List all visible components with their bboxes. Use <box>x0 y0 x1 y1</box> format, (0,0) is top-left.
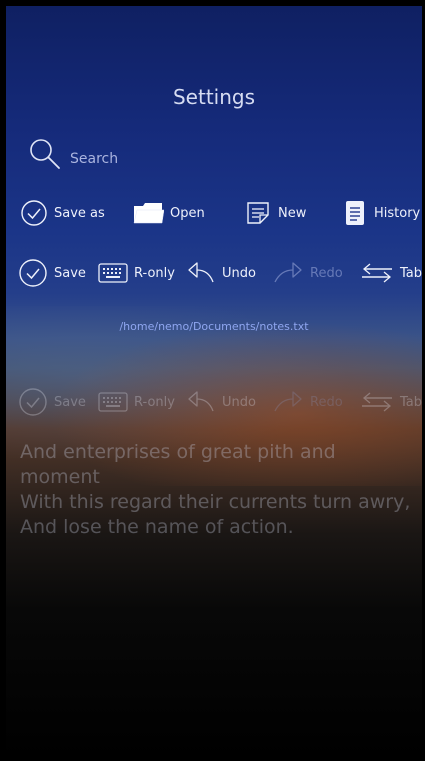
keyboard-icon <box>98 391 128 413</box>
save-as-label: Save as <box>54 205 105 221</box>
history-document-icon <box>344 199 368 227</box>
save-as-button[interactable]: Save as <box>20 195 105 231</box>
text-line: moment <box>20 466 100 488</box>
faded-read-only-label: R-only <box>134 394 175 410</box>
new-label: New <box>278 205 307 221</box>
redo-arrow-icon <box>272 389 304 415</box>
check-circle-icon <box>18 258 48 288</box>
tab-arrows-icon <box>360 390 394 414</box>
check-circle-icon <box>18 387 48 417</box>
faded-undo-label: Undo <box>222 394 256 410</box>
check-circle-icon <box>20 199 48 227</box>
faded-undo-button: Undo <box>186 384 256 420</box>
search-label: Search <box>70 151 119 167</box>
edit-toolbar: Save R-only Undo Redo Tab <box>6 255 422 291</box>
file-path: /home/nemo/Documents/notes.txt <box>119 320 309 333</box>
undo-arrow-icon <box>186 260 216 286</box>
tab-arrows-icon <box>360 261 394 285</box>
redo-arrow-icon <box>272 260 304 286</box>
tab-label: Tab <box>400 265 422 281</box>
text-line: With this regard their currents turn awr… <box>20 491 411 513</box>
new-button[interactable]: New <box>244 195 306 231</box>
undo-button[interactable]: Undo <box>186 255 256 291</box>
redo-label: Redo <box>310 265 343 281</box>
faded-edit-toolbar: Save R-only Undo Redo Tab <box>6 384 422 420</box>
faded-tab-label: Tab <box>400 394 422 410</box>
faded-redo-button: Redo <box>272 384 343 420</box>
save-label: Save <box>54 265 86 281</box>
faded-tab-button: Tab <box>360 384 422 420</box>
file-toolbar: Save as Open New History <box>6 195 422 231</box>
folder-icon <box>132 199 164 227</box>
open-button[interactable]: Open <box>132 195 205 231</box>
undo-label: Undo <box>222 265 256 281</box>
history-button[interactable]: History <box>344 195 420 231</box>
search-icon <box>28 137 62 171</box>
document-text[interactable]: And enterprises of great pith and moment… <box>20 440 420 540</box>
settings-title[interactable]: Settings <box>6 85 422 109</box>
read-only-label: R-only <box>134 265 175 281</box>
faded-save-button: Save <box>18 384 86 420</box>
faded-redo-label: Redo <box>310 394 343 410</box>
open-label: Open <box>170 205 205 221</box>
tab-button[interactable]: Tab <box>360 255 422 291</box>
faded-read-only-toggle: R-only <box>98 384 175 420</box>
faded-save-label: Save <box>54 394 86 410</box>
search-button[interactable]: Search <box>28 134 118 174</box>
screen: Settings Search Save as Open New History… <box>6 6 422 761</box>
save-button[interactable]: Save <box>18 255 86 291</box>
history-label: History <box>374 205 421 221</box>
text-line: And enterprises of great pith and <box>20 441 336 463</box>
undo-arrow-icon <box>186 389 216 415</box>
new-document-icon <box>244 199 272 227</box>
text-line: And lose the name of action. <box>20 516 294 538</box>
keyboard-icon <box>98 262 128 284</box>
read-only-toggle[interactable]: R-only <box>98 255 175 291</box>
redo-button[interactable]: Redo <box>272 255 343 291</box>
